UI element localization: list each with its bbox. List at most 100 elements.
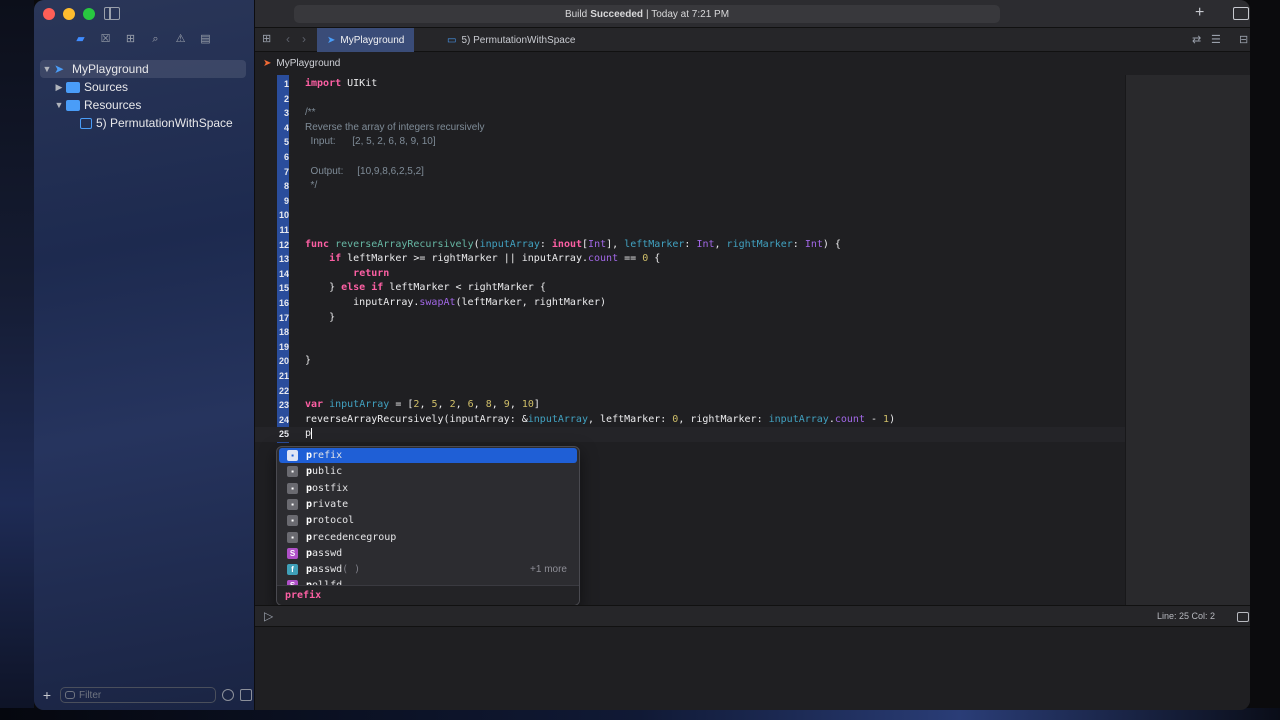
symbol-navigator-icon[interactable]: ⊞ (124, 33, 137, 46)
code-line[interactable]: 1 import UIKit (255, 77, 1125, 92)
code-line[interactable]: 23 var inputArray = [2, 5, 2, 6, 8, 9, 10… (255, 398, 1125, 413)
tree-item-label: Resources (84, 98, 142, 112)
code-line-current[interactable]: 25 p (255, 427, 1125, 442)
sidebar-toggle-icon[interactable] (104, 7, 120, 20)
line-number: 2 (283, 93, 289, 104)
folder-icon (66, 99, 80, 111)
completion-item[interactable]: ▪ p rotocol (279, 513, 577, 528)
chevron-down-icon[interactable]: ▼ (52, 100, 66, 110)
line-number: 3 (283, 108, 289, 119)
code-line[interactable]: 16 inputArray.swapAt(leftMarker, rightMa… (255, 296, 1125, 311)
tree-item-permutationwithspace[interactable]: 5) PermutationWithSpace (40, 114, 246, 132)
chevron-right-icon[interactable]: ▶ (52, 82, 66, 93)
code-line[interactable]: 2 (255, 92, 1125, 107)
add-file-button[interactable]: + (40, 687, 54, 703)
source-control-changes-icon[interactable]: ⇄ (1192, 33, 1201, 46)
forward-arrow-icon[interactable]: › (302, 32, 306, 46)
desktop-background-right (1250, 0, 1280, 720)
keyword-icon: ▪ (287, 466, 298, 478)
code-line[interactable]: 19 (255, 340, 1125, 355)
inspector-toggle-icon[interactable] (1233, 7, 1249, 20)
split-editor-icon[interactable]: ⊟ (1239, 33, 1248, 46)
code-line[interactable]: 4 Reverse the array of integers recursive… (255, 121, 1125, 136)
tree-item-resources[interactable]: ▼ Resources (40, 96, 246, 114)
line-number: 8 (283, 181, 289, 192)
filter-input[interactable]: Filter (60, 687, 216, 703)
filter-options-icon[interactable] (240, 689, 252, 701)
completion-item[interactable]: ▪ p ublic (279, 464, 577, 479)
source-control-icon[interactable]: ☒ (99, 33, 112, 46)
keyword-icon: ▪ (287, 482, 298, 494)
line-number: 11 (279, 225, 289, 235)
line-number: 17 (278, 312, 289, 323)
code-line[interactable]: 21 (255, 369, 1125, 384)
tab-bar: ⊞ ‹ › ➤ MyPlayground ▭ 5) PermutationWit… (255, 28, 1250, 52)
code-line[interactable]: 12 func reverseArrayRecursively(inputArra… (255, 238, 1125, 253)
code-line[interactable]: 15 } else if leftMarker < rightMarker { (255, 281, 1125, 296)
code-line[interactable]: 5 Input: [2, 5, 2, 6, 8, 9, 10] (255, 135, 1125, 150)
related-items-icon[interactable]: ⊞ (262, 33, 274, 45)
line-number: 12 (278, 239, 289, 250)
code-line[interactable]: 7 Output: [10,9,8,6,2,5,2] (255, 165, 1125, 180)
code-line[interactable]: 14 return (255, 267, 1125, 282)
line-number: 15 (278, 283, 289, 294)
code-line[interactable]: 9 (255, 194, 1125, 209)
tree-item-myplayground[interactable]: ▼ ➤ MyPlayground (40, 60, 246, 78)
code-line[interactable]: 11 (255, 223, 1125, 238)
completion-item[interactable]: ▪ p ostfix (279, 481, 577, 496)
tab-label: MyPlayground (340, 34, 405, 46)
close-window-button[interactable] (43, 8, 55, 20)
page-icon (80, 117, 92, 129)
chevron-down-icon[interactable]: ▼ (40, 64, 54, 74)
zoom-window-button[interactable] (83, 8, 95, 20)
text-cursor (311, 427, 313, 439)
completion-detail: prefix (277, 585, 579, 605)
run-playground-icon[interactable]: ▷ (264, 609, 273, 623)
tab-permutationwithspace[interactable]: ▭ 5) PermutationWithSpace (437, 28, 585, 52)
jump-bar-path[interactable]: MyPlayground (276, 58, 340, 69)
code-line[interactable]: 10 (255, 208, 1125, 223)
completion-item[interactable]: S p asswd (279, 546, 577, 561)
line-number: 22 (278, 385, 289, 396)
line-number: 24 (278, 414, 289, 425)
folder-icon[interactable]: ▰ (74, 33, 87, 46)
code-line[interactable]: 6 (255, 150, 1125, 165)
console-area[interactable] (255, 627, 1250, 710)
code-line[interactable]: 17 } (255, 311, 1125, 326)
back-arrow-icon[interactable]: ‹ (286, 32, 290, 46)
code-line[interactable]: 3/** (255, 106, 1125, 121)
line-number: 5 (283, 137, 289, 148)
editor-options-icon[interactable]: ☰ (1211, 33, 1221, 46)
line-number: 14 (278, 268, 289, 279)
tab-myplayground[interactable]: ➤ MyPlayground (317, 28, 415, 52)
tree-item-sources[interactable]: ▶ Sources (40, 78, 246, 96)
report-navigator-icon[interactable]: ▤ (199, 33, 212, 46)
filter-placeholder: Filter (79, 689, 102, 701)
jump-bar[interactable]: ➤ MyPlayground (255, 53, 1250, 73)
keyword-icon: ▪ (287, 498, 298, 510)
completion-item[interactable]: ▪ p rivate (279, 497, 577, 512)
line-number: 1 (283, 79, 289, 89)
completion-item[interactable]: ▪ p refix (279, 448, 577, 463)
code-line[interactable]: 18 (255, 325, 1125, 340)
build-status-time: | Today at 7:21 PM (646, 8, 730, 20)
line-number: 19 (278, 341, 289, 352)
navigator-sidebar: ▰ ☒ ⊞ ⌕ ⚠ ▤ ▼ ➤ MyPlayground ▶ Sources ▼… (34, 0, 255, 710)
issue-navigator-icon[interactable]: ⚠ (174, 33, 187, 46)
code-editor[interactable]: 1 import UIKit 2 3/** 4 Reverse the array … (255, 75, 1250, 606)
minimize-window-button[interactable] (63, 8, 75, 20)
code-line[interactable]: 24 reverseArrayRecursively(inputArray: &i… (255, 413, 1125, 428)
completion-item[interactable]: ▪ p recedencegroup (279, 530, 577, 545)
line-number: 4 (283, 122, 289, 133)
code-line[interactable]: 22 (255, 384, 1125, 399)
completion-item[interactable]: f p asswd( ) +1 more (279, 562, 577, 577)
code-line[interactable]: 20} (255, 354, 1125, 369)
editor-area: Build Succeeded | Today at 7:21 PM + ⊞ ‹… (255, 0, 1250, 710)
project-tree: ▼ ➤ MyPlayground ▶ Sources ▼ Resources 5… (40, 60, 246, 132)
debug-area-toggle-icon[interactable] (1237, 612, 1249, 622)
recent-files-icon[interactable] (222, 689, 234, 701)
search-icon[interactable]: ⌕ (149, 33, 162, 46)
add-icon[interactable]: + (1195, 4, 1204, 22)
code-line[interactable]: 8 */ (255, 179, 1125, 194)
code-line[interactable]: 13 if leftMarker >= rightMarker || input… (255, 252, 1125, 267)
